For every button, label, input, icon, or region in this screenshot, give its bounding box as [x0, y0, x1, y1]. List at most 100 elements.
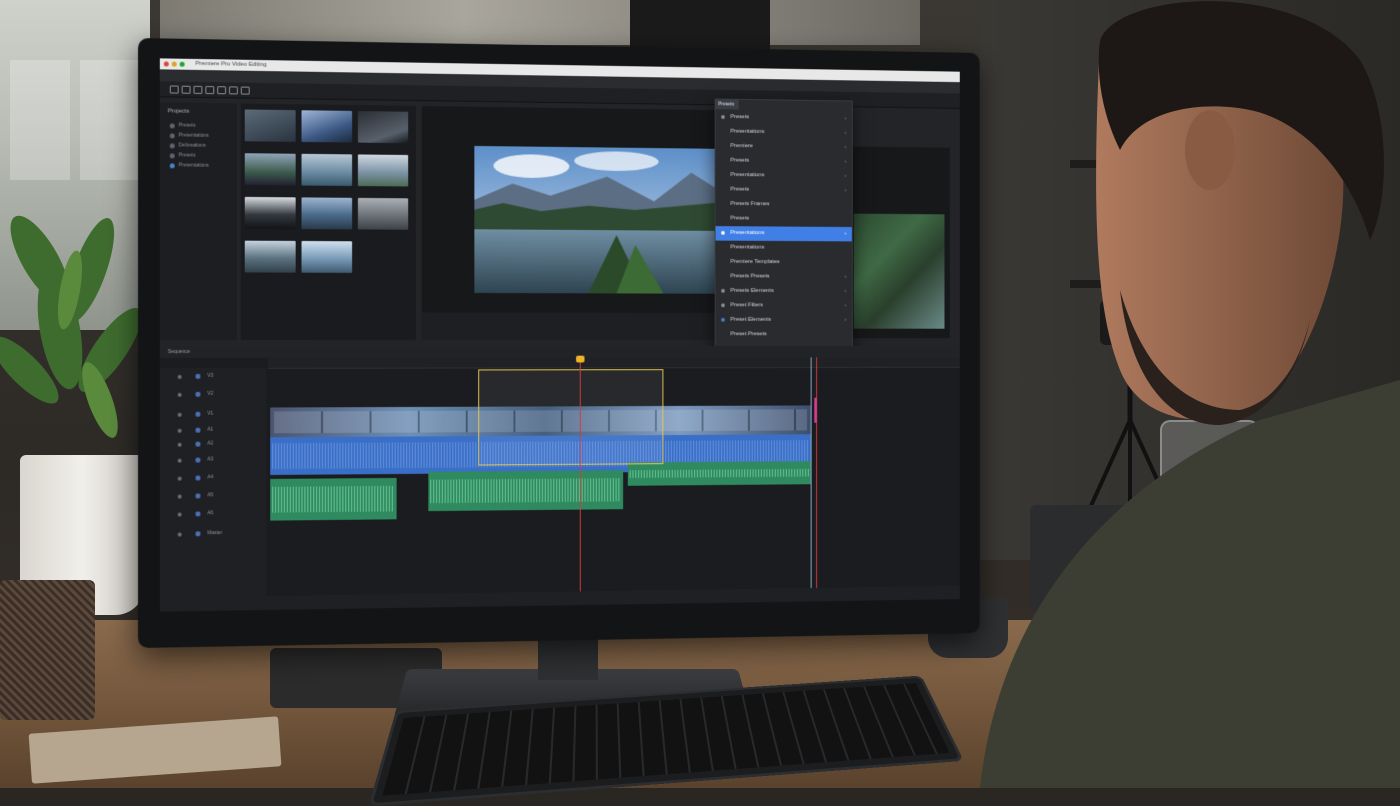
tool-icon[interactable] [169, 85, 179, 94]
lock-icon[interactable] [195, 411, 201, 417]
menu-item[interactable]: Presentations › [716, 125, 852, 141]
panel-title: Projects [167, 108, 190, 115]
media-thumbnail[interactable] [301, 153, 353, 186]
folder-icon [169, 132, 175, 138]
menu-header[interactable]: Presets [715, 99, 739, 110]
media-thumbnail[interactable] [357, 197, 409, 230]
timeline-scrollbar[interactable] [159, 585, 960, 612]
track-header[interactable]: A1 [160, 423, 266, 437]
lock-icon[interactable] [195, 475, 201, 481]
menu-item[interactable]: Presets Presets › [716, 270, 852, 285]
media-thumbnail[interactable] [357, 111, 409, 144]
monitor: Premiere Pro Video Editing Projects Pres… [138, 38, 980, 648]
track-header[interactable]: A6 [160, 507, 266, 522]
eye-icon[interactable] [177, 458, 182, 463]
source-transport-controls[interactable] [421, 312, 715, 341]
media-thumbnail[interactable] [244, 196, 296, 230]
track-header[interactable]: A5 [160, 489, 266, 504]
track-header[interactable]: Master [160, 527, 266, 542]
lock-icon[interactable] [195, 427, 201, 433]
media-thumbnail[interactable] [244, 153, 296, 186]
eye-icon[interactable] [177, 532, 182, 537]
media-thumbnail[interactable] [301, 110, 353, 143]
menu-item-selected[interactable]: Presentations › [715, 226, 852, 242]
out-point-marker[interactable] [816, 357, 818, 602]
time-ruler[interactable] [268, 357, 960, 369]
track-header[interactable]: V3 [160, 370, 266, 384]
window-controls[interactable] [163, 61, 185, 67]
playhead-handle[interactable] [576, 355, 585, 363]
project-item[interactable]: Presentations [160, 160, 237, 171]
chevron-right-icon: › [844, 187, 847, 194]
lake-mountain-preview[interactable] [474, 145, 715, 294]
person-editing [980, 1, 1400, 788]
eye-icon[interactable] [177, 392, 182, 397]
chevron-right-icon: › [844, 144, 847, 151]
menu-item[interactable]: Preset Presets [716, 328, 852, 343]
eye-icon[interactable] [177, 374, 182, 379]
eye-icon[interactable] [177, 428, 182, 433]
tool-icon[interactable] [229, 86, 238, 95]
maximize-icon[interactable] [179, 61, 185, 67]
marker[interactable] [814, 397, 818, 423]
tool-icon[interactable] [193, 85, 203, 94]
track-header[interactable]: A2 [160, 437, 266, 452]
eye-icon[interactable] [177, 476, 182, 481]
lock-icon[interactable] [195, 457, 201, 463]
eye-icon[interactable] [177, 512, 182, 517]
lock-icon[interactable] [195, 391, 201, 397]
bullet-icon [721, 230, 725, 235]
media-thumbnail[interactable] [244, 240, 296, 273]
tool-icon[interactable] [240, 86, 250, 95]
chevron-right-icon: › [844, 173, 847, 180]
menu-item[interactable]: Presets [716, 212, 852, 227]
track-header[interactable]: A4 [160, 471, 266, 486]
lock-icon[interactable] [195, 441, 201, 447]
media-thumbnail[interactable] [301, 197, 353, 230]
tool-icon[interactable] [217, 86, 227, 95]
presets-dropdown-menu[interactable]: Presets Presets › Presentations › Premiere… [714, 98, 853, 354]
tool-icon[interactable] [181, 85, 191, 94]
track-headers: V3 V2 V1 A1 A2 A3 A4 A5 A6 Master [159, 367, 267, 598]
media-thumbnail[interactable] [357, 154, 409, 187]
lock-icon[interactable] [195, 531, 201, 537]
audio-clip-green[interactable] [270, 477, 397, 521]
folder-icon [169, 122, 175, 128]
lock-icon[interactable] [195, 511, 201, 517]
eye-icon[interactable] [177, 442, 182, 447]
menu-item[interactable]: Presentations › [716, 168, 852, 184]
media-thumbnail[interactable] [301, 240, 353, 273]
menu-item[interactable]: Presets Elements › [716, 284, 852, 299]
chevron-right-icon: › [844, 158, 847, 165]
menu-item[interactable]: Presets Frames [716, 197, 852, 213]
audio-waveform [272, 485, 395, 513]
audio-clip-green[interactable] [428, 470, 624, 512]
bullet-icon [721, 288, 725, 293]
chevron-right-icon: › [844, 317, 847, 323]
timeline-panel: Sequence V3 V2 V1 A1 A2 A3 A4 A5 A6 Mast… [159, 345, 960, 612]
menu-item[interactable]: Preset Filters › [716, 299, 852, 314]
track-header[interactable]: V1 [160, 408, 266, 422]
playhead[interactable] [579, 357, 581, 606]
selection-box[interactable] [478, 369, 664, 466]
menu-item[interactable]: Presets › [716, 154, 852, 170]
lock-icon[interactable] [195, 373, 201, 379]
menu-item[interactable]: Preset Elements › [716, 313, 852, 328]
menu-item[interactable]: Premiere › [716, 139, 852, 155]
lock-icon[interactable] [195, 493, 201, 499]
track-header[interactable]: A3 [160, 453, 266, 468]
eye-icon[interactable] [177, 412, 182, 417]
audio-clip-green[interactable] [627, 461, 811, 486]
track-header[interactable]: V2 [160, 388, 266, 402]
media-thumbnail[interactable] [244, 109, 296, 142]
minimize-icon[interactable] [171, 61, 177, 67]
eye-icon[interactable] [177, 494, 182, 499]
work-area-end [810, 357, 812, 602]
menu-item[interactable]: Premiere Templates [716, 255, 852, 270]
menu-item[interactable]: Presets › [716, 183, 852, 199]
window-pane [10, 60, 70, 180]
folder-icon [169, 162, 175, 168]
menu-item[interactable]: Presentations [716, 241, 852, 256]
tool-icon[interactable] [205, 86, 215, 95]
close-icon[interactable] [163, 61, 169, 67]
